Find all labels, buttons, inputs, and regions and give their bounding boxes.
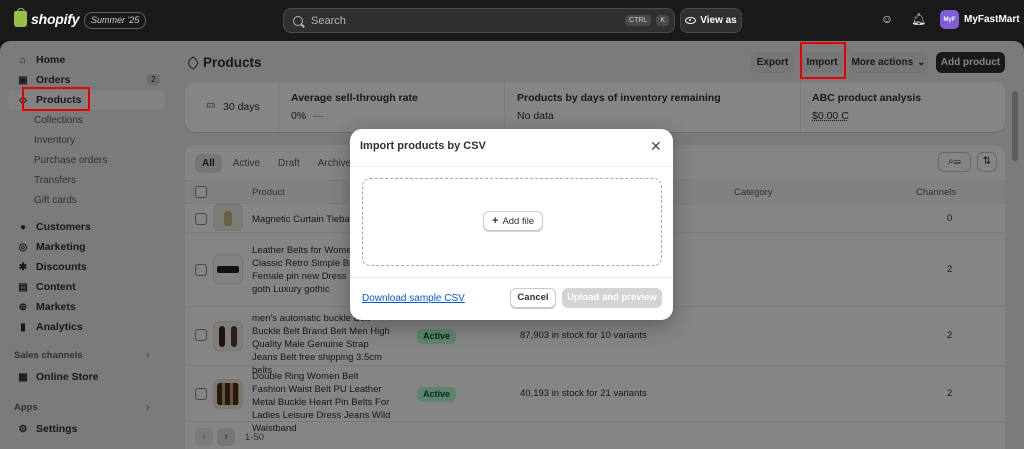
search-placeholder: Search [311,14,346,27]
shortcut-key-k: K [656,15,669,26]
plus-icon: + [492,215,499,227]
shortcut-key-ctrl: CTRL [625,15,652,26]
search-bar[interactable]: Search CTRL K [283,8,675,33]
modal-title: Import products by CSV [360,140,486,152]
search-icon [293,15,303,26]
close-icon[interactable]: ✕ [650,138,662,155]
store-name: MyFastMart [964,14,1020,25]
highlight-products [22,87,90,111]
view-as-button[interactable]: View as [680,8,742,33]
store-menu[interactable]: MyF MyFastMart [940,10,1020,29]
divider [350,166,673,167]
highlight-import [800,42,846,79]
download-sample-csv-link[interactable]: Download sample CSV [362,293,465,304]
add-file-button[interactable]: + Add file [483,211,544,231]
upload-and-preview-button[interactable]: Upload and preview [562,288,662,308]
file-drop-zone[interactable]: + Add file [362,178,662,266]
bell-icon[interactable]: 🔔︎ [911,12,926,26]
divider [350,277,673,278]
top-bar: shopify Summer '25 Search CTRL K View as… [0,0,1024,41]
avatar: MyF [940,10,959,29]
eye-icon [685,17,697,24]
shopify-logo[interactable]: shopify [14,8,80,27]
shopify-bag-icon [14,8,27,27]
cancel-button[interactable]: Cancel [510,288,556,308]
support-icon[interactable]: ☺ [880,12,894,26]
import-csv-modal: Import products by CSV ✕ + Add file Down… [350,129,673,320]
edition-badge[interactable]: Summer '25 [84,12,147,29]
